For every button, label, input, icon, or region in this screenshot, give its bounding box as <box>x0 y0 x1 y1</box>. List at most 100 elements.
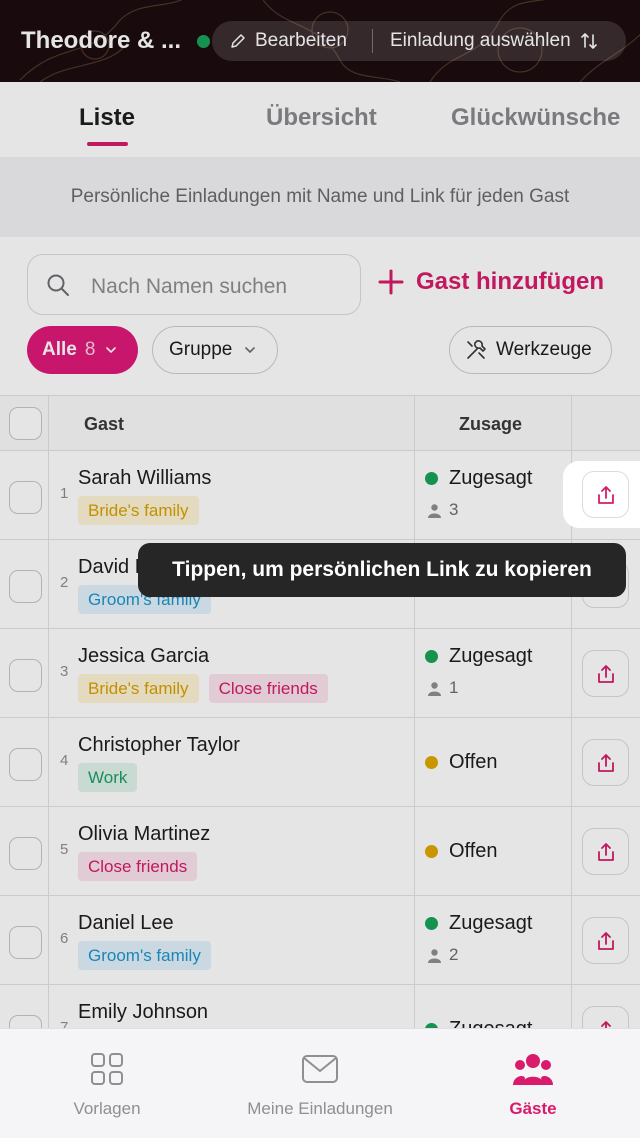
rsvp-status: Zugesagt <box>425 645 532 668</box>
share-link-button[interactable] <box>582 739 629 786</box>
share-icon <box>597 931 614 950</box>
share-icon <box>597 753 614 772</box>
status-dot <box>425 472 438 485</box>
share-link-button[interactable] <box>582 828 629 875</box>
nav-templates[interactable]: Vorlagen <box>59 1029 155 1138</box>
group-tag: Bride's family <box>78 674 199 703</box>
spotlight-highlight <box>563 461 640 528</box>
table-row[interactable]: 6 Daniel Lee Groom's family Zugesagt 2 <box>0 896 640 985</box>
select-all-checkbox[interactable] <box>9 407 42 440</box>
status-label: Zugesagt <box>449 467 533 489</box>
tab-congratulations[interactable]: Glückwünsche <box>451 104 620 132</box>
table-row[interactable]: 1 Sarah Williams Bride's family Zugesagt 3 <box>0 451 640 540</box>
column-divider <box>48 395 49 1035</box>
row-checkbox[interactable] <box>9 481 42 514</box>
guest-count-value: 2 <box>449 945 459 964</box>
filter-group-chip[interactable]: Gruppe <box>152 326 278 374</box>
row-checkbox[interactable] <box>9 748 42 781</box>
guest-tags: Bride's family <box>78 496 199 525</box>
table-row[interactable]: 3 Jessica Garcia Bride's family Close frien… <box>0 629 640 718</box>
online-status-dot <box>197 35 210 48</box>
guest-name[interactable]: Daniel Lee <box>78 912 174 935</box>
templates-grid-icon <box>91 1053 123 1085</box>
search-placeholder: Nach Namen suchen <box>91 275 288 298</box>
column-guest-header: Gast <box>84 414 125 434</box>
guest-count: 3 <box>427 500 458 520</box>
row-checkbox[interactable] <box>9 926 42 959</box>
share-link-button[interactable] <box>582 471 629 518</box>
app-header: Theodore & ... Bearbeiten Einladung ausw… <box>0 0 640 82</box>
column-divider <box>414 395 415 1035</box>
row-number: 4 <box>60 752 69 769</box>
edit-button[interactable]: Bearbeiten <box>230 21 347 61</box>
rsvp-status: Offen <box>425 751 498 774</box>
guest-count-value: 3 <box>449 500 459 519</box>
envelope-icon <box>302 1055 338 1083</box>
share-link-button[interactable] <box>582 917 629 964</box>
row-number: 6 <box>60 930 69 947</box>
plus-icon <box>378 269 404 295</box>
status-label: Offen <box>449 751 498 773</box>
status-label: Zugesagt <box>449 645 533 667</box>
tools-button[interactable]: Werkzeuge <box>449 326 612 374</box>
table-row[interactable]: 4 Christopher Taylor Work Offen <box>0 718 640 807</box>
guest-tags: Close friends <box>78 852 198 881</box>
active-tab-indicator <box>87 142 128 146</box>
table-row[interactable]: 5 Olivia Martinez Close friends Offen <box>0 807 640 896</box>
tab-list[interactable]: Liste <box>79 104 135 132</box>
chevron-down-icon <box>245 347 256 353</box>
group-tag: Bride's family <box>78 496 199 525</box>
guest-name[interactable]: Jessica Garcia <box>78 645 209 668</box>
column-rsvp-header: Zusage <box>459 414 523 434</box>
person-icon <box>428 681 441 696</box>
group-tag: Close friends <box>208 674 328 703</box>
guest-tags: Work <box>78 763 138 792</box>
status-dot <box>425 756 438 769</box>
group-tag: Close friends <box>78 852 198 881</box>
status-dot <box>425 650 438 663</box>
nav-guests[interactable]: Gäste <box>493 1029 573 1138</box>
share-link-button[interactable] <box>582 650 629 697</box>
rsvp-status: Zugesagt <box>425 912 532 935</box>
guest-tags: Groom's family <box>78 941 211 970</box>
nav-my-invitations[interactable]: Meine Einladungen <box>230 1029 410 1138</box>
add-guest-button[interactable]: Gast hinzufügen <box>378 268 604 296</box>
edit-label: Bearbeiten <box>255 30 347 51</box>
search-input[interactable]: Nach Namen suchen <box>27 254 361 315</box>
row-checkbox[interactable] <box>9 659 42 692</box>
guest-count-value: 1 <box>449 678 459 697</box>
filter-group-label: Gruppe <box>169 339 233 360</box>
filter-all-count: 8 <box>84 339 96 360</box>
group-tag: Groom's family <box>78 941 211 970</box>
tools-icon <box>467 340 486 359</box>
guest-name[interactable]: Sarah Williams <box>78 467 211 490</box>
bottom-navigation: Vorlagen Meine Einladungen Gäste <box>0 1028 640 1138</box>
guest-name[interactable]: Olivia Martinez <box>78 823 210 846</box>
row-checkbox[interactable] <box>9 570 42 603</box>
rsvp-status: Offen <box>425 840 498 863</box>
nav-templates-label: Vorlagen <box>73 1099 141 1118</box>
guest-count: 1 <box>427 678 458 698</box>
row-number: 5 <box>60 841 69 858</box>
invitation-select-button[interactable]: Einladung auswählen <box>390 21 599 61</box>
invitation-select-label: Einladung auswählen <box>390 30 571 51</box>
row-checkbox[interactable] <box>9 837 42 870</box>
event-title[interactable]: Theodore & ... <box>21 27 181 55</box>
pill-divider <box>372 29 373 53</box>
filter-all-chip[interactable]: Alle 8 <box>27 326 138 374</box>
share-icon <box>597 842 614 861</box>
tab-overview[interactable]: Übersicht <box>266 104 377 132</box>
tools-label: Werkzeuge <box>496 339 592 360</box>
status-dot <box>425 917 438 930</box>
status-label: Offen <box>449 840 498 862</box>
guest-name[interactable]: Christopher Taylor <box>78 734 240 757</box>
nav-my-invitations-label: Meine Einladungen <box>247 1099 393 1118</box>
person-icon <box>428 503 441 518</box>
status-dot <box>425 845 438 858</box>
share-icon <box>597 485 614 504</box>
status-label: Zugesagt <box>449 912 533 934</box>
person-icon <box>428 948 441 963</box>
guest-name[interactable]: Emily Johnson <box>78 1001 208 1024</box>
row-number: 2 <box>60 574 69 591</box>
group-tag: Work <box>78 763 138 792</box>
